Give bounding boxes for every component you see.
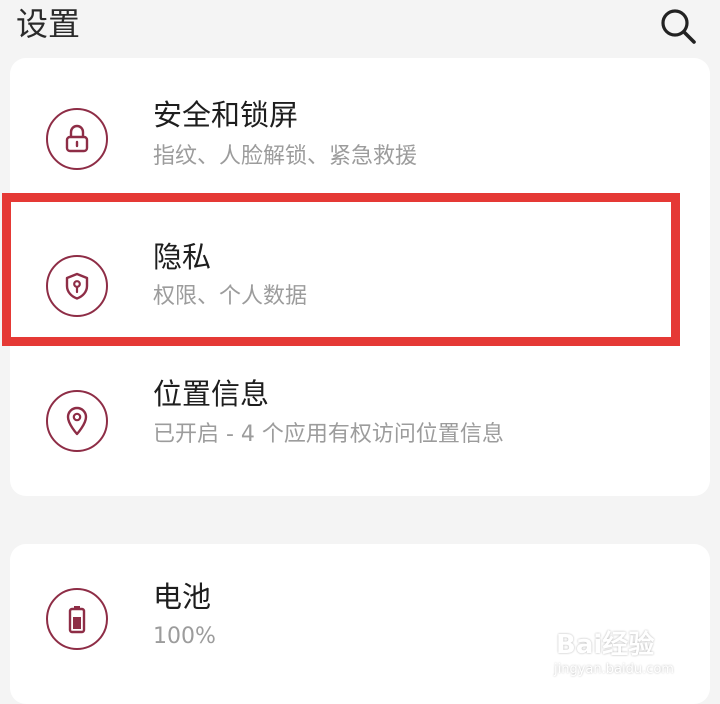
- settings-item-sublabel: 100%: [153, 624, 216, 649]
- lock-icon: [46, 108, 108, 170]
- settings-item-label: 安全和锁屏: [153, 98, 299, 132]
- app-header: 设置: [0, 0, 720, 50]
- watermark: Bai经验 jingyan.baidu.com: [548, 620, 718, 684]
- watermark-url: jingyan.baidu.com: [554, 662, 674, 677]
- search-icon: [661, 9, 696, 44]
- search-button[interactable]: [656, 4, 700, 48]
- settings-item-sublabel: 已开启 - 4 个应用有权访问位置信息: [153, 422, 504, 447]
- location-pin-icon: [46, 390, 108, 452]
- settings-item-label: 位置信息: [153, 377, 270, 411]
- watermark-brand: Bai经验: [556, 630, 655, 660]
- highlight-box: [2, 193, 680, 346]
- settings-item-label: 电池: [153, 580, 212, 614]
- page-title: 设置: [16, 5, 81, 43]
- settings-item-security[interactable]: 安全和锁屏 指纹、人脸解锁、紧急救援: [10, 80, 710, 190]
- battery-icon: [46, 588, 108, 650]
- settings-item-location[interactable]: 位置信息 已开启 - 4 个应用有权访问位置信息: [10, 360, 710, 480]
- settings-item-sublabel: 指纹、人脸解锁、紧急救援: [153, 144, 418, 169]
